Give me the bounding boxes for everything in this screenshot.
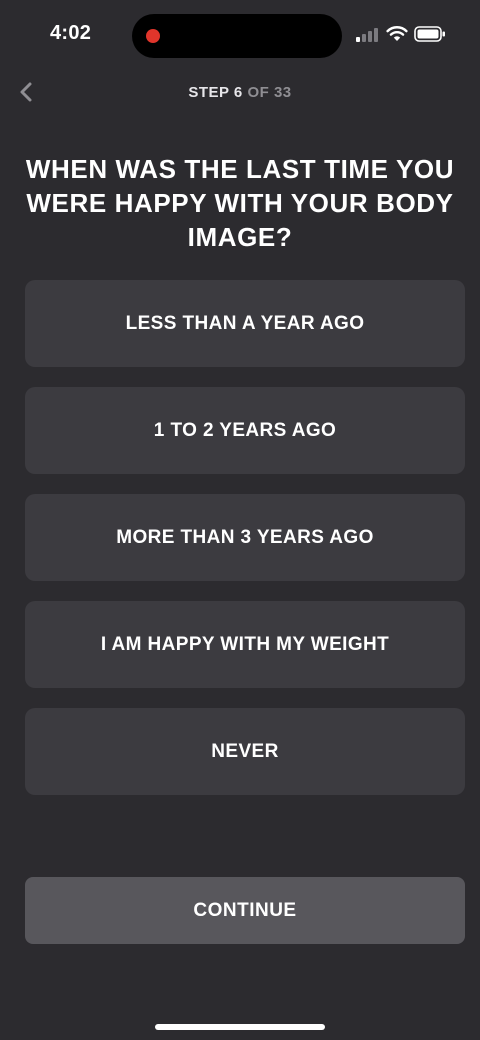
option-happy-with-weight[interactable]: I AM HAPPY WITH MY WEIGHT — [25, 601, 465, 688]
dynamic-island — [132, 14, 342, 58]
battery-icon — [414, 26, 445, 42]
option-never[interactable]: NEVER — [25, 708, 465, 795]
cellular-signal-icon — [356, 26, 378, 42]
step-total: OF 33 — [242, 84, 292, 101]
step-indicator: STEP 6 OF 33 — [0, 84, 480, 101]
recording-indicator-icon — [146, 29, 160, 43]
continue-button[interactable]: CONTINUE — [25, 877, 465, 944]
options-list: LESS THAN A YEAR AGO 1 TO 2 YEARS AGO MO… — [25, 280, 465, 815]
status-time: 4:02 — [50, 22, 92, 44]
question-title: WHEN WAS THE LAST TIME YOU WERE HAPPY WI… — [25, 154, 455, 252]
option-less-than-a-year[interactable]: LESS THAN A YEAR AGO — [25, 280, 465, 367]
home-indicator[interactable] — [155, 1024, 325, 1030]
wifi-icon — [386, 26, 408, 41]
step-current: STEP 6 — [188, 84, 243, 101]
screen: 4:02 STEP 6 OF 33 WHEN WAS THE LAST TIME… — [0, 0, 480, 1040]
option-more-than-3-years[interactable]: MORE THAN 3 YEARS AGO — [25, 494, 465, 581]
option-1-to-2-years[interactable]: 1 TO 2 YEARS AGO — [25, 387, 465, 474]
